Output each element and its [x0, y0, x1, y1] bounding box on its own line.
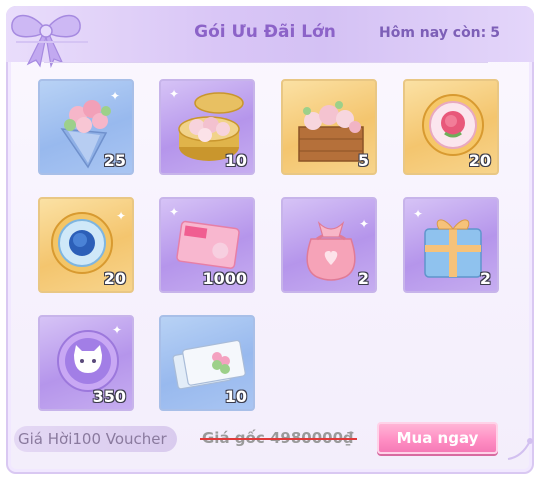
item-rose-bouquet[interactable]: ✦ 25	[38, 79, 134, 175]
price-strikethrough	[200, 438, 358, 440]
item-quantity: 10	[224, 151, 247, 170]
original-price-text: Giá gốc 4980000₫	[200, 429, 358, 447]
item-quantity: 2	[357, 269, 369, 288]
voucher-label: Giá Hời	[18, 430, 73, 448]
item-quantity: 10	[224, 387, 247, 406]
voucher-amount: 100 Voucher	[72, 430, 167, 448]
dialog-title: Gói Ưu Đãi Lớn	[194, 22, 336, 42]
daily-remaining: Hôm nay còn: 5	[375, 25, 500, 41]
item-gift-box[interactable]: ✦ 2	[403, 197, 499, 293]
item-blue-rose-badge[interactable]: ✦ 20	[38, 197, 134, 293]
item-rose-badge[interactable]: 20	[403, 79, 499, 175]
remaining-label: Hôm nay còn:	[378, 25, 487, 41]
item-clover-tickets[interactable]: 10	[159, 315, 255, 411]
remaining-count: 5	[490, 25, 500, 41]
item-pink-ticket[interactable]: ✦ 1000	[159, 197, 255, 293]
item-flower-box-gold[interactable]: ✦ 10	[159, 79, 255, 175]
item-quantity: 1000	[202, 269, 247, 288]
item-quantity: 20	[468, 151, 491, 170]
corner-ornament-icon	[507, 438, 533, 460]
voucher-badge: Giá Hời100 Voucher	[14, 426, 177, 452]
item-heart-pouch[interactable]: ✦ 2	[281, 197, 377, 293]
item-quantity: 5	[357, 151, 369, 170]
original-price: Giá gốc 4980000₫	[200, 429, 358, 447]
item-quantity: 2	[479, 269, 491, 288]
item-quantity: 350	[92, 387, 126, 406]
item-quantity: 25	[103, 151, 126, 170]
header-divider	[44, 62, 488, 63]
item-quantity: 20	[103, 269, 126, 288]
item-rose-crate[interactable]: 5	[281, 79, 377, 175]
item-cat-coin[interactable]: ✦ 350	[38, 315, 134, 411]
buy-now-button[interactable]: Mua ngay	[377, 422, 498, 454]
